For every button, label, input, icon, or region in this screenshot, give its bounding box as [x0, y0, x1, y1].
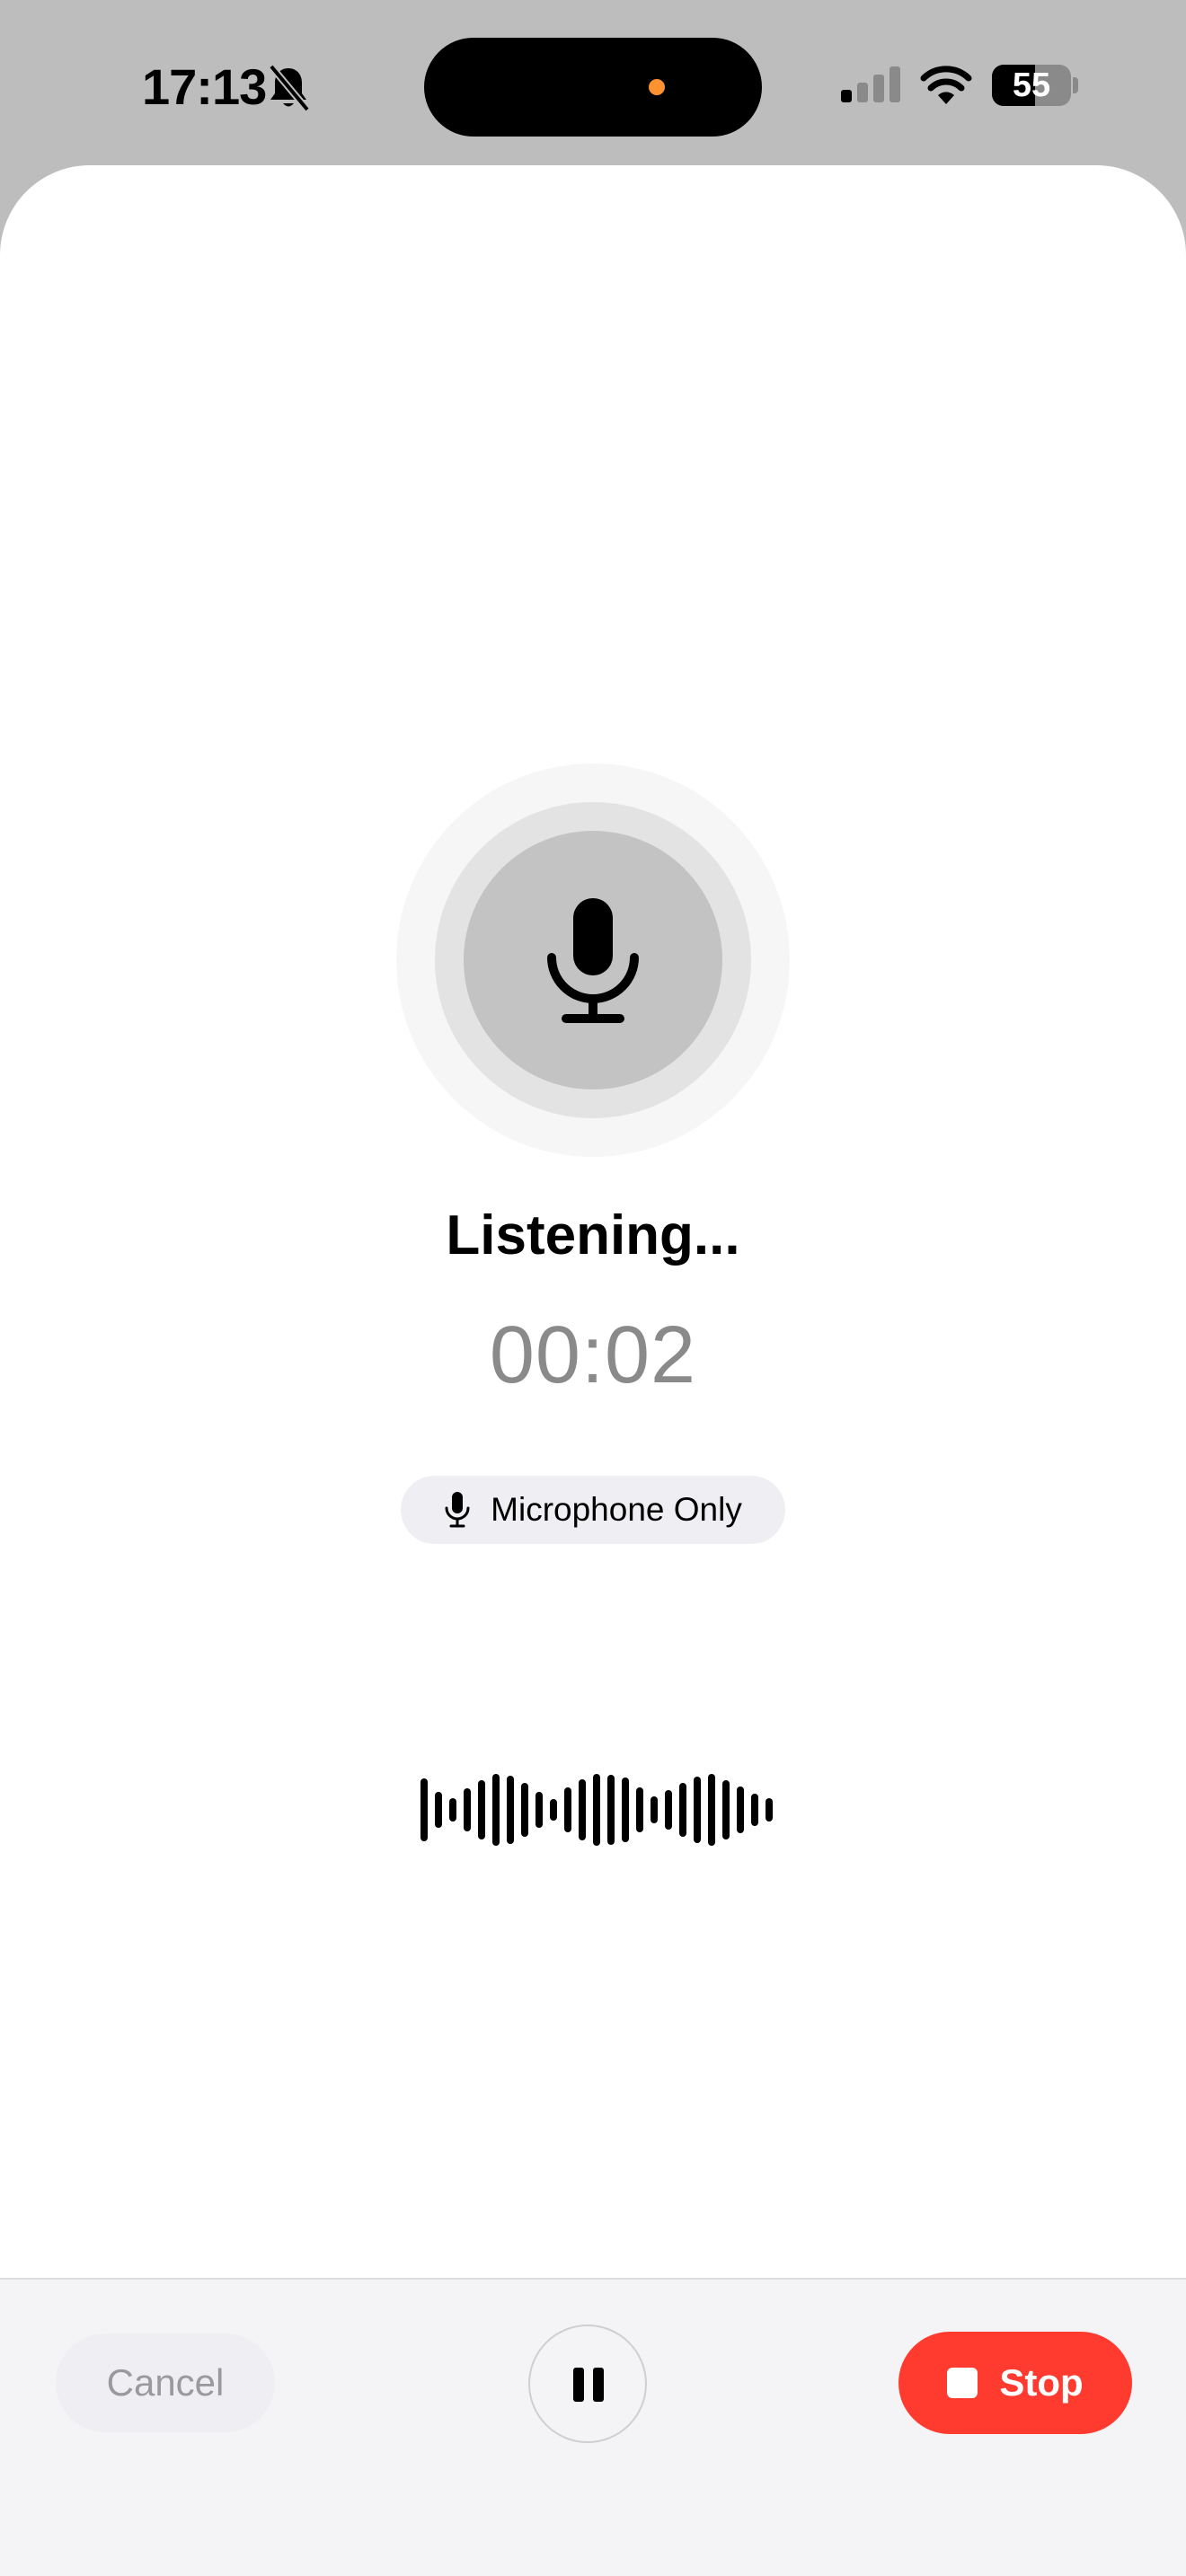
waveform-bar: [751, 1794, 758, 1826]
waveform-bar: [507, 1776, 514, 1844]
status-bar: 17:13 55: [0, 0, 1186, 171]
waveform-bar: [722, 1780, 730, 1839]
dynamic-island: [424, 38, 762, 137]
waveform-bar: [708, 1774, 715, 1846]
waveform-bar: [564, 1787, 571, 1832]
waveform-bar: [464, 1788, 471, 1831]
stop-button[interactable]: Stop: [898, 2332, 1132, 2434]
stop-label: Stop: [999, 2361, 1084, 2404]
audio-waveform: [420, 1774, 773, 1846]
audio-source-label: Microphone Only: [491, 1491, 742, 1528]
waveform-bar: [607, 1775, 615, 1845]
battery-level: 55: [1012, 66, 1051, 104]
privacy-indicator-dot: [649, 79, 665, 95]
pause-button[interactable]: [528, 2325, 647, 2443]
recording-controls: Cancel Stop: [0, 2278, 1186, 2576]
elapsed-timer: 00:02: [489, 1310, 697, 1400]
waveform-bar: [737, 1786, 744, 1833]
waveform-bar: [521, 1783, 528, 1837]
cancel-button[interactable]: Cancel: [56, 2333, 275, 2432]
recording-status: Listening...: [446, 1204, 740, 1266]
waveform-bar: [636, 1787, 643, 1832]
recording-sheet: Listening... 00:02 Microphone Only: [0, 165, 1186, 2576]
waveform-bar: [679, 1783, 686, 1837]
waveform-bar: [478, 1780, 485, 1839]
microphone-icon: [547, 898, 639, 1023]
battery-cap: [1073, 77, 1078, 93]
waveform-bar: [593, 1774, 600, 1846]
cellular-signal-icon: [841, 66, 900, 102]
waveform-bar: [694, 1777, 701, 1843]
waveform-bar: [535, 1792, 543, 1828]
waveform-bar: [651, 1796, 658, 1823]
waveform-bar: [420, 1778, 428, 1841]
bell-slash-icon: [268, 64, 311, 112]
battery-icon: 55: [992, 65, 1071, 106]
waveform-bar: [550, 1799, 557, 1821]
wifi-icon: [920, 66, 972, 104]
status-time: 17:13: [142, 58, 267, 115]
audio-source-pill[interactable]: Microphone Only: [401, 1476, 785, 1544]
waveform-bar: [435, 1792, 442, 1828]
microphone-icon: [445, 1492, 470, 1528]
waveform-bar: [579, 1779, 586, 1840]
waveform-bar: [622, 1778, 629, 1842]
waveform-bar: [766, 1798, 773, 1822]
waveform-bar: [449, 1798, 456, 1822]
stop-icon: [947, 2368, 978, 2398]
waveform-bar: [665, 1790, 672, 1830]
waveform-bar: [492, 1774, 500, 1846]
